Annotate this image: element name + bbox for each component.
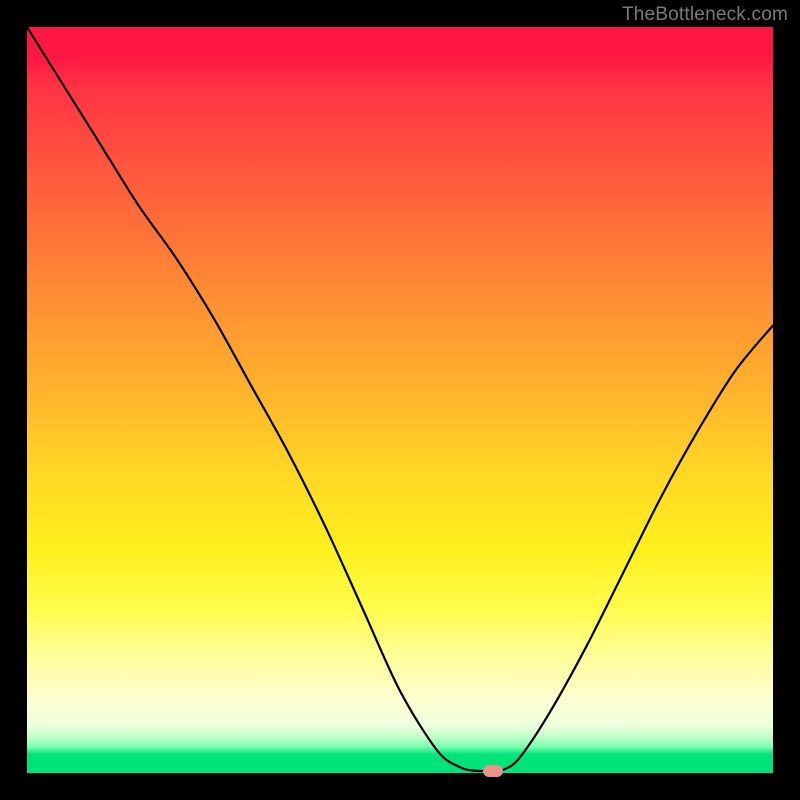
chart-curve	[27, 27, 773, 773]
watermark-text: TheBottleneck.com	[622, 4, 788, 26]
optimal-point-marker	[483, 765, 503, 777]
chart-area	[27, 27, 773, 773]
